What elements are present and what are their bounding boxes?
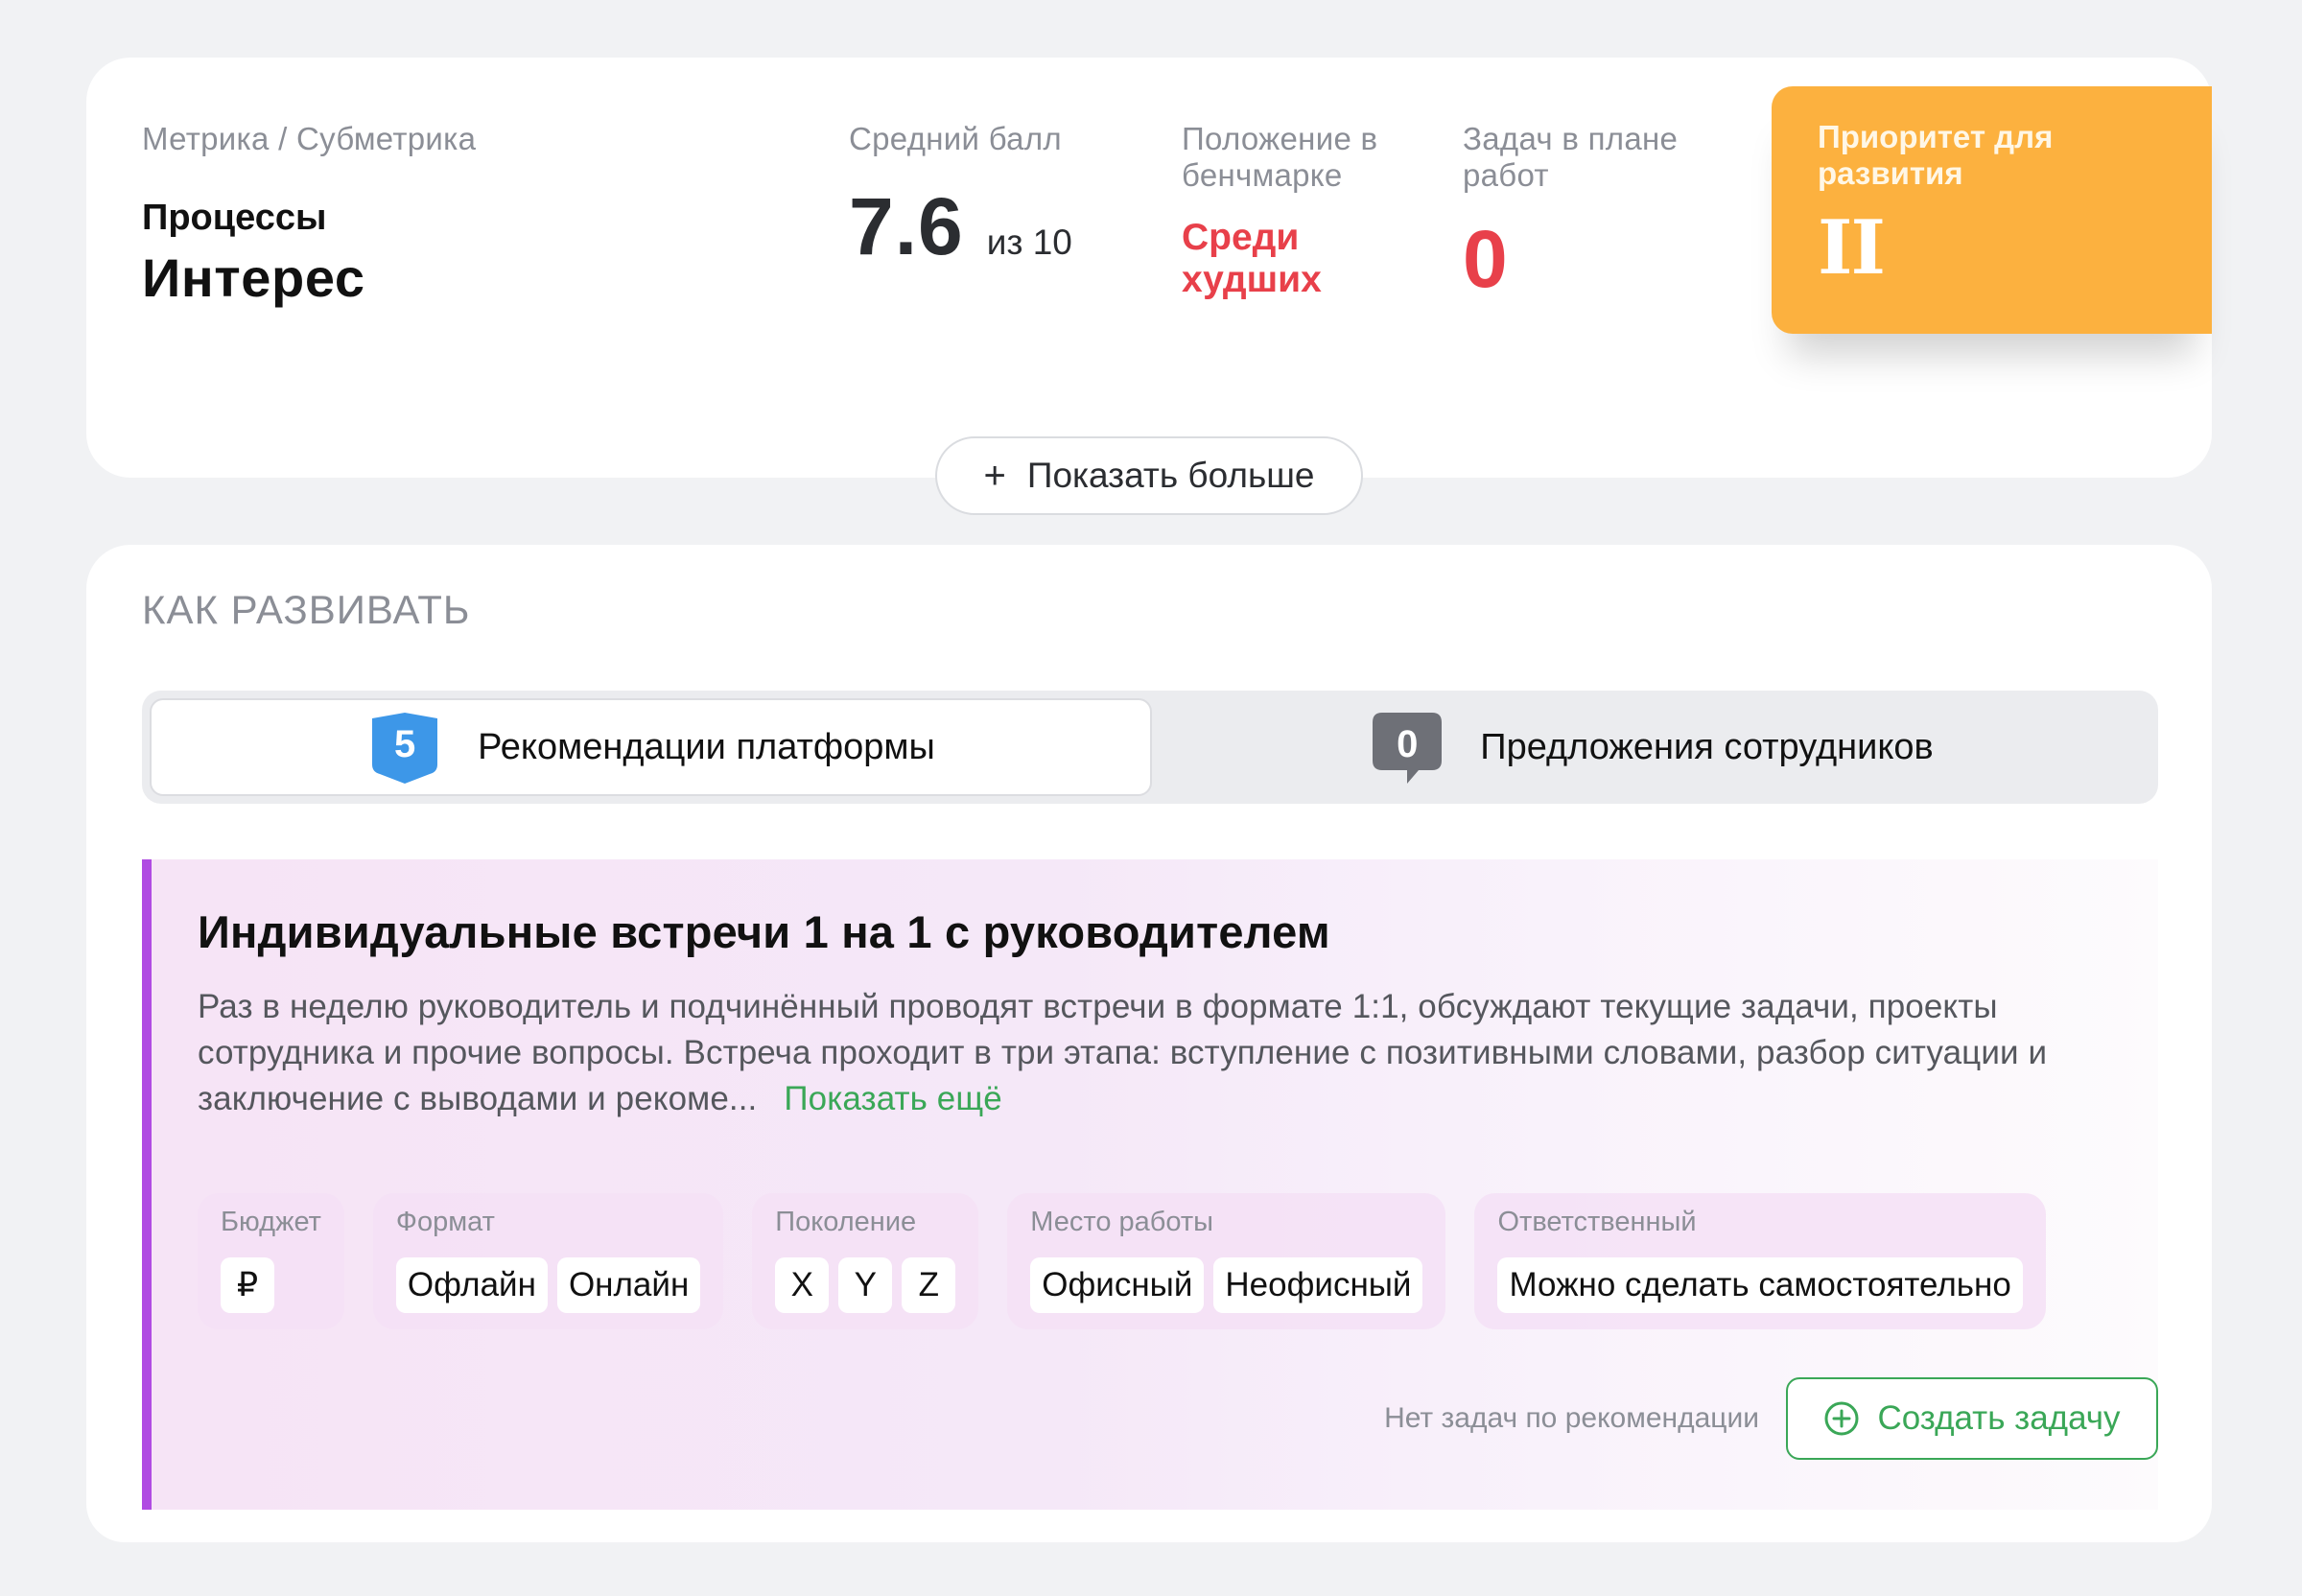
tab-platform-recommendations[interactable]: 5 Рекомендации платформы xyxy=(150,698,1152,796)
tasks-value: 0 xyxy=(1463,214,1508,304)
priority-value: II xyxy=(1818,204,1886,292)
tab-employee-label: Предложения сотрудников xyxy=(1480,726,1934,767)
shield-badge-icon: 5 xyxy=(366,709,443,786)
howto-card: КАК РАЗВИВАТЬ 5 Рекомендации платформы 0… xyxy=(86,545,2212,1542)
score-value: 7.6 xyxy=(849,181,964,271)
tab-platform-count: 5 xyxy=(394,722,416,765)
format-chip-online: Онлайн xyxy=(556,1257,701,1313)
benchmark-column: Положение в бенчмарке Среди худших xyxy=(1182,121,1412,301)
section-title: КАК РАЗВИВАТЬ xyxy=(142,587,471,632)
create-task-label: Создать задачу xyxy=(1877,1399,2121,1437)
responsible-group-label: Ответственный xyxy=(1497,1207,1697,1237)
format-chip-offline: Офлайн xyxy=(395,1257,548,1313)
recommendation-description-text: Раз в неделю руководитель и подчинённый … xyxy=(198,988,2048,1117)
format-group-label: Формат xyxy=(395,1207,495,1237)
plus-icon: + xyxy=(983,455,1006,497)
workplace-chip-non-office: Неофисный xyxy=(1213,1257,1423,1313)
tab-employee-count: 0 xyxy=(1397,722,1419,765)
tasks-column: Задач в плане работ 0 xyxy=(1463,121,1712,306)
format-group: Формат Офлайн Онлайн xyxy=(372,1193,724,1329)
generation-group-label: Поколение xyxy=(775,1207,917,1237)
plus-circle-icon xyxy=(1824,1401,1859,1436)
generation-group: Поколение X Y Z xyxy=(752,1193,979,1329)
no-tasks-text: Нет задач по рекомендации xyxy=(1384,1402,1759,1434)
tab-employee-suggestions[interactable]: 0 Предложения сотрудников xyxy=(1152,698,2150,796)
workplace-group: Место работы Офисный Неофисный xyxy=(1007,1193,1446,1329)
tab-platform-label: Рекомендации платформы xyxy=(478,726,935,767)
metric-caption: Метрика / Субметрика xyxy=(142,121,477,156)
score-caption: Средний балл xyxy=(849,121,1062,156)
create-task-button[interactable]: Создать задачу xyxy=(1786,1377,2158,1460)
score-column: Средний балл 7.6 из 10 xyxy=(849,121,1098,273)
recommendation-description: Раз в неделю руководитель и подчинённый … xyxy=(198,984,2154,1122)
responsible-group: Ответственный Можно сделать самостоятель… xyxy=(1474,1193,2046,1329)
recommendation-tabs: 5 Рекомендации платформы 0 Предложения с… xyxy=(142,691,2158,804)
benchmark-value: Среди худших xyxy=(1182,217,1322,300)
speech-bubble-badge-icon: 0 xyxy=(1369,709,1445,786)
metric-title-column: Метрика / Субметрика Процессы Интерес xyxy=(142,121,476,309)
workplace-group-label: Место работы xyxy=(1030,1207,1214,1237)
show-more-description-link[interactable]: Показать ещё xyxy=(784,1080,1001,1117)
attribute-groups: Бюджет ₽ Формат Офлайн Онлайн Поколение … xyxy=(198,1193,2046,1329)
generation-chip-x: X xyxy=(775,1257,830,1313)
recommendation-card: Индивидуальные встречи 1 на 1 с руководи… xyxy=(142,859,2158,1510)
recommendation-title: Индивидуальные встречи 1 на 1 с руководи… xyxy=(198,906,1330,957)
show-more-label: Показать больше xyxy=(1026,456,1315,495)
priority-label: Приоритет для развития xyxy=(1818,119,2054,191)
benchmark-caption: Положение в бенчмарке xyxy=(1182,121,1378,193)
budget-group-label: Бюджет xyxy=(221,1207,321,1237)
recommendation-footer: Нет задач по рекомендации Создать задачу xyxy=(1384,1377,2158,1460)
show-more-button[interactable]: + Показать больше xyxy=(935,436,1363,515)
metric-name: Интерес xyxy=(142,247,365,308)
generation-chip-y: Y xyxy=(838,1257,893,1313)
priority-card: Приоритет для развития II xyxy=(1772,86,2212,334)
budget-group: Бюджет ₽ xyxy=(198,1193,344,1329)
metric-card: Метрика / Субметрика Процессы Интерес Ср… xyxy=(86,58,2212,478)
responsible-chip: Можно сделать самостоятельно xyxy=(1497,1257,2023,1313)
generation-chip-z: Z xyxy=(902,1257,956,1313)
budget-chip: ₽ xyxy=(221,1257,274,1313)
score-max: из 10 xyxy=(986,223,1072,262)
tasks-caption: Задач в плане работ xyxy=(1463,121,1679,193)
metric-group: Процессы xyxy=(142,198,327,238)
workplace-chip-office: Офисный xyxy=(1030,1257,1205,1313)
